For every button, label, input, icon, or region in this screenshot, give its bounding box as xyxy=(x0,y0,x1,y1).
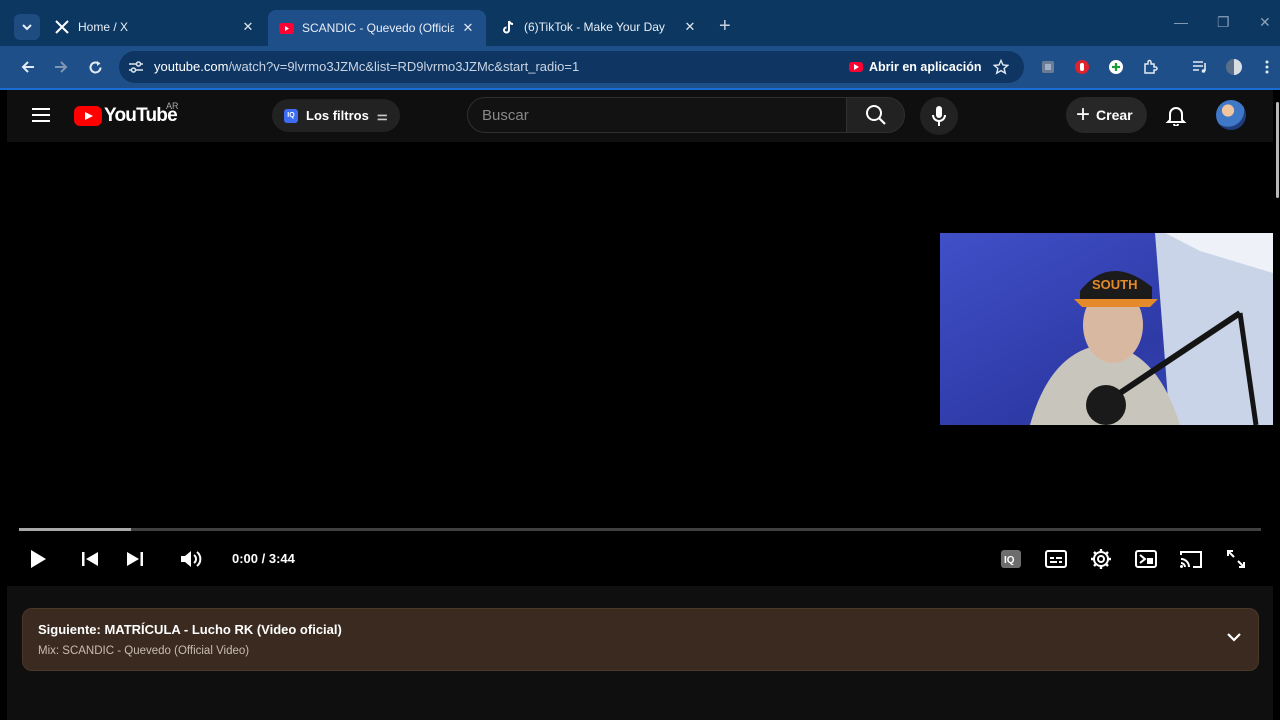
up-next-label: Siguiente: xyxy=(38,622,101,637)
site-info-icon[interactable] xyxy=(128,60,144,74)
next-button[interactable] xyxy=(122,546,148,572)
progress-bar-buffered xyxy=(19,528,131,531)
svg-text:IQ: IQ xyxy=(1004,555,1015,566)
tab-tiktok[interactable]: (6)TikTok - Make Your Day ✕ xyxy=(490,14,708,40)
fullscreen-icon xyxy=(1227,550,1245,568)
close-icon[interactable]: ✕ xyxy=(682,19,698,35)
search-icon xyxy=(865,105,886,125)
x-icon xyxy=(54,19,70,35)
youtube-logo[interactable]: YouTube xyxy=(74,105,178,127)
subtitles-button[interactable] xyxy=(1043,546,1069,572)
tab-title: Home / X xyxy=(78,20,129,34)
fullscreen-button[interactable] xyxy=(1223,546,1249,572)
profile-icon[interactable] xyxy=(1224,57,1244,77)
miniplayer-button[interactable] xyxy=(1133,546,1159,572)
create-button[interactable]: + Crear xyxy=(1066,97,1147,133)
expand-chevron-down-icon[interactable] xyxy=(1226,631,1242,643)
open-in-app-label: Abrir en aplicación xyxy=(869,60,982,74)
address-bar-url[interactable]: youtube.com/watch?v=9lvrmo3JZMc&list=RD9… xyxy=(154,59,579,74)
mix-playlist-name: Mix: SCANDIC - Quevedo (Official Video) xyxy=(38,645,250,657)
play-icon xyxy=(31,550,46,568)
time-display: 0:00 / 3:44 xyxy=(232,551,295,566)
current-time: 0:00 xyxy=(232,551,259,566)
filter-extension-button[interactable]: IQ xyxy=(998,546,1024,572)
tab-youtube-active[interactable]: SCANDIC - Quevedo (Official V ✕ xyxy=(268,10,486,46)
new-tab-button[interactable]: + xyxy=(719,16,731,36)
open-in-app-button[interactable]: Abrir en aplicación xyxy=(843,56,990,78)
filters-button[interactable]: IQ Los filtros ⚌ xyxy=(272,99,400,132)
hamburger-menu-icon[interactable] xyxy=(31,107,51,123)
search-button[interactable] xyxy=(846,97,905,133)
plus-icon: + xyxy=(1076,101,1091,128)
svg-text:SOUTH: SOUTH xyxy=(1092,277,1138,292)
url-host: youtube.com xyxy=(154,59,229,74)
youtube-icon xyxy=(849,62,863,72)
volume-icon xyxy=(181,551,202,567)
tab-title: SCANDIC - Quevedo (Official V xyxy=(302,21,454,35)
chevron-down-icon xyxy=(22,24,32,31)
previous-button[interactable] xyxy=(77,546,103,572)
up-next-panel[interactable]: Siguiente: MATRÍCULA - Lucho RK (Video o… xyxy=(22,608,1259,671)
voice-search-button[interactable] xyxy=(920,97,958,135)
close-icon[interactable]: ✕ xyxy=(460,20,476,36)
filters-label: Los filtros xyxy=(306,108,369,123)
progress-bar[interactable] xyxy=(19,528,1261,531)
extension-reader-icon[interactable] xyxy=(1038,57,1058,77)
tab-home-x[interactable]: Home / X ✕ xyxy=(44,14,266,40)
cast-button[interactable] xyxy=(1178,546,1204,572)
back-icon[interactable] xyxy=(19,58,37,76)
tab-title: (6)TikTok - Make Your Day xyxy=(524,20,665,34)
scrollbar-thumb[interactable] xyxy=(1276,102,1279,198)
media-control-icon[interactable] xyxy=(1190,57,1210,77)
up-next-video-title: MATRÍCULA - Lucho RK (Video oficial) xyxy=(104,622,342,637)
gear-icon xyxy=(1091,549,1111,569)
notifications-bell-icon[interactable] xyxy=(1165,104,1187,126)
country-code: AR xyxy=(166,101,179,111)
cast-icon xyxy=(1180,551,1202,568)
browser-menu-icon[interactable] xyxy=(1257,57,1277,77)
time-separator: / xyxy=(258,551,269,566)
subtitles-icon xyxy=(1045,550,1067,568)
tune-icon: ⚌ xyxy=(376,108,388,123)
volume-button[interactable] xyxy=(178,546,204,572)
tab-search-button[interactable] xyxy=(14,14,40,40)
extension-green-icon[interactable] xyxy=(1106,57,1126,77)
forward-icon[interactable] xyxy=(52,58,70,76)
youtube-icon xyxy=(278,20,294,36)
minimize-window-icon[interactable]: — xyxy=(1174,14,1188,30)
miniplayer-icon xyxy=(1135,550,1157,568)
close-icon[interactable]: ✕ xyxy=(240,19,256,35)
create-label: Crear xyxy=(1096,107,1133,123)
extension-red-icon[interactable] xyxy=(1072,57,1092,77)
play-button[interactable] xyxy=(25,546,51,572)
webcam-overlay-image: SOUTH xyxy=(940,233,1273,425)
tiktok-icon xyxy=(500,19,516,35)
filter-extension-icon: IQ xyxy=(284,108,298,123)
skip-next-icon xyxy=(127,552,143,566)
extensions-puzzle-icon[interactable] xyxy=(1140,57,1160,77)
skip-previous-icon xyxy=(82,552,98,566)
search-input[interactable] xyxy=(482,104,832,126)
restore-window-icon[interactable]: ❐ xyxy=(1217,14,1230,31)
bookmark-star-icon[interactable] xyxy=(991,57,1011,77)
reload-icon[interactable] xyxy=(86,58,104,76)
settings-button[interactable] xyxy=(1088,546,1114,572)
up-next-title-line: Siguiente: MATRÍCULA - Lucho RK (Video o… xyxy=(38,622,342,637)
duration: 3:44 xyxy=(268,551,295,566)
microphone-icon xyxy=(932,106,946,126)
youtube-play-logo-icon xyxy=(74,106,102,126)
filter-extension-icon: IQ xyxy=(1001,550,1021,568)
account-avatar[interactable] xyxy=(1216,100,1246,130)
close-window-icon[interactable]: ✕ xyxy=(1259,14,1271,31)
url-path: /watch?v=9lvrmo3JZMc&list=RD9lvrmo3JZMc&… xyxy=(228,59,580,74)
